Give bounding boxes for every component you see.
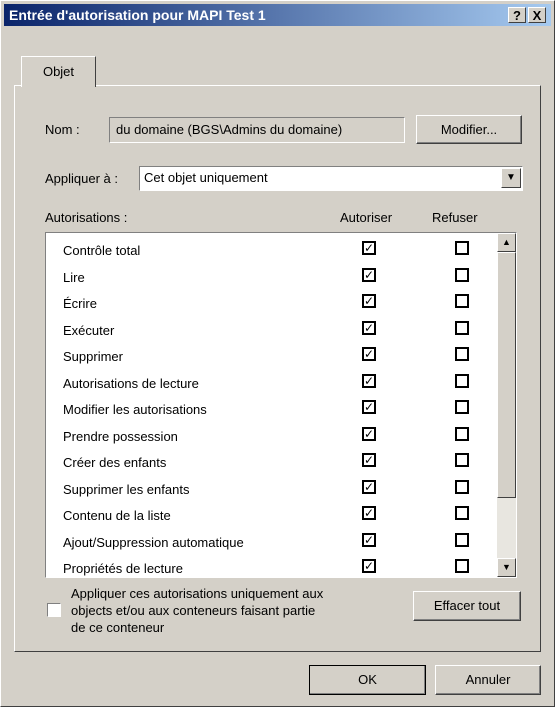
permission-name: Lire xyxy=(63,269,85,285)
tab-objet[interactable]: Objet xyxy=(21,56,96,87)
help-button[interactable]: ? xyxy=(508,7,526,23)
allow-column-header: Autoriser xyxy=(340,210,393,225)
deny-checkbox[interactable] xyxy=(455,347,469,361)
modify-button[interactable]: Modifier... xyxy=(416,115,522,144)
allow-checkbox[interactable]: ✓ xyxy=(362,506,376,520)
permission-row: Contrôle total ✓ xyxy=(46,237,498,263)
deny-checkbox[interactable] xyxy=(455,241,469,255)
allow-checkbox[interactable]: ✓ xyxy=(362,294,376,308)
apply-only-line2: objects et/ou aux conteneurs faisant par… xyxy=(71,603,316,618)
permission-row: Propriétés de lecture ✓ xyxy=(46,555,498,577)
apply-only-line3: de ce conteneur xyxy=(71,620,165,635)
apply-to-value: Cet objet uniquement xyxy=(144,170,268,185)
allow-checkbox[interactable]: ✓ xyxy=(362,559,376,573)
deny-checkbox[interactable] xyxy=(455,373,469,388)
permission-name: Créer des enfants xyxy=(63,455,167,470)
scroll-thumb[interactable] xyxy=(497,252,516,498)
permission-row: Lire ✓ xyxy=(46,264,498,290)
allow-checkbox[interactable]: ✓ xyxy=(362,479,376,494)
name-field: du domaine (BGS\Admins du domaine) xyxy=(109,117,405,143)
deny-checkbox[interactable] xyxy=(455,506,469,520)
apply-only-label[interactable]: Appliquer ces autorisations uniquement a… xyxy=(71,585,323,636)
permission-row: Modifier les autorisations ✓ xyxy=(46,396,498,422)
deny-checkbox[interactable] xyxy=(455,426,469,441)
permission-row: Supprimer ✓ xyxy=(46,343,498,369)
cancel-button[interactable]: Annuler xyxy=(435,665,541,695)
apply-to-label: Appliquer à : xyxy=(45,171,118,186)
permission-row: Créer des enfants ✓ xyxy=(46,449,498,475)
allow-checkbox[interactable]: ✓ xyxy=(362,320,376,335)
permission-name: Modifier les autorisations xyxy=(63,402,207,417)
allow-checkbox[interactable]: ✓ xyxy=(362,426,376,441)
permission-name: Supprimer xyxy=(63,349,123,364)
deny-checkbox[interactable] xyxy=(455,320,469,335)
permission-row: Exécuter ✓ xyxy=(46,317,498,343)
clear-all-button[interactable]: Effacer tout xyxy=(413,591,521,621)
ok-button[interactable]: OK xyxy=(309,665,426,695)
permission-row: Écrire ✓ xyxy=(46,290,498,316)
deny-column-header: Refuser xyxy=(432,210,478,225)
deny-checkbox[interactable] xyxy=(455,453,469,467)
permission-row: Ajout/Suppression automatique ✓ xyxy=(46,529,498,555)
allow-checkbox[interactable]: ✓ xyxy=(362,373,376,388)
title-bar[interactable]: Entrée d'autorisation pour MAPI Test 1 ?… xyxy=(4,4,551,26)
permission-row: Supprimer les enfants ✓ xyxy=(46,476,498,502)
deny-checkbox[interactable] xyxy=(455,559,469,573)
deny-checkbox[interactable] xyxy=(455,294,469,308)
apply-only-line1: Appliquer ces autorisations uniquement a… xyxy=(71,586,324,601)
scroll-up-icon[interactable]: ▲ xyxy=(497,233,516,252)
name-label: Nom : xyxy=(45,122,80,137)
permissions-label: Autorisations : xyxy=(45,210,128,225)
permissions-list[interactable]: Contrôle total ✓ Lire ✓ Écrire ✓ Exécuter ✓ Supp… xyxy=(45,232,517,578)
permission-name: Propriétés de lecture xyxy=(63,561,183,576)
apply-to-select[interactable]: Cet objet uniquement ▼ xyxy=(139,166,523,191)
apply-only-checkbox[interactable] xyxy=(47,603,61,617)
permission-name: Écrire xyxy=(63,296,97,311)
deny-checkbox[interactable] xyxy=(455,532,469,547)
permission-name: Contenu de la liste xyxy=(63,508,171,523)
permission-row: Contenu de la liste ✓ xyxy=(46,502,498,528)
allow-checkbox[interactable]: ✓ xyxy=(362,347,376,361)
permission-row: Prendre possession ✓ xyxy=(46,423,498,449)
permission-row: Autorisations de lecture ✓ xyxy=(46,370,498,396)
scrollbar[interactable]: ▲ ▼ xyxy=(497,233,516,577)
deny-checkbox[interactable] xyxy=(455,267,469,282)
permission-name: Exécuter xyxy=(63,322,115,338)
chevron-down-icon[interactable]: ▼ xyxy=(501,168,521,188)
allow-checkbox[interactable]: ✓ xyxy=(362,267,376,282)
permission-entry-dialog: Entrée d'autorisation pour MAPI Test 1 ?… xyxy=(0,0,555,707)
deny-checkbox[interactable] xyxy=(455,400,469,414)
permission-name: Contrôle total xyxy=(63,243,141,258)
permission-name: Autorisations de lecture xyxy=(63,375,199,391)
allow-checkbox[interactable]: ✓ xyxy=(362,532,376,547)
allow-checkbox[interactable]: ✓ xyxy=(362,453,376,467)
close-button[interactable]: X xyxy=(528,7,546,23)
allow-checkbox[interactable]: ✓ xyxy=(362,241,376,255)
deny-checkbox[interactable] xyxy=(455,479,469,494)
window-title: Entrée d'autorisation pour MAPI Test 1 xyxy=(9,7,266,23)
permission-name: Supprimer les enfants xyxy=(63,481,190,497)
scroll-down-icon[interactable]: ▼ xyxy=(497,558,516,577)
permission-name: Ajout/Suppression automatique xyxy=(63,534,244,550)
permission-name: Prendre possession xyxy=(63,428,178,444)
allow-checkbox[interactable]: ✓ xyxy=(362,400,376,414)
